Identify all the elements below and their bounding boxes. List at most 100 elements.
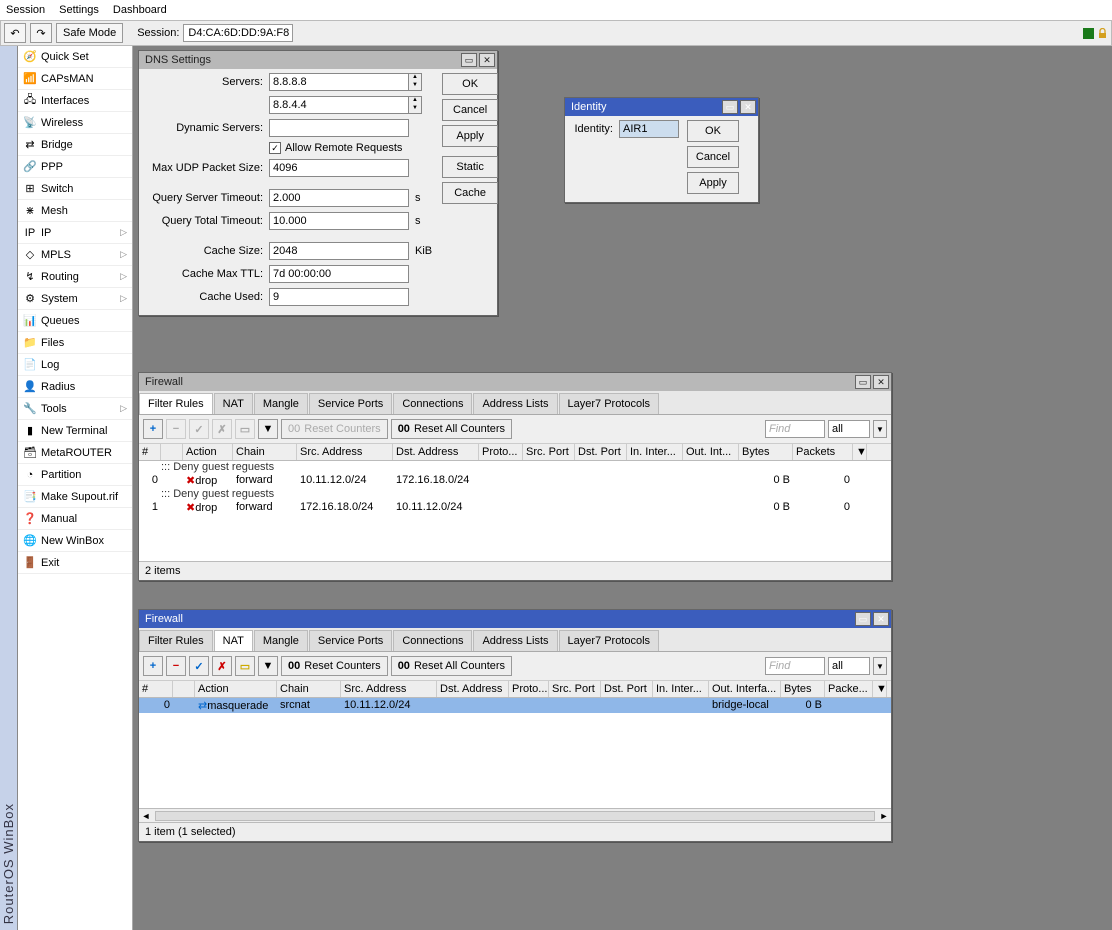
close-icon[interactable]: ✕: [873, 612, 889, 626]
sidebar-item-metarouter[interactable]: 🗃MetaROUTER: [18, 442, 132, 464]
tab-nat[interactable]: NAT: [214, 630, 253, 651]
spinner-button[interactable]: ▲▼: [409, 96, 422, 114]
close-icon[interactable]: ✕: [479, 53, 495, 67]
find-input[interactable]: Find: [765, 420, 825, 438]
column-header[interactable]: [161, 444, 183, 460]
column-header[interactable]: Chain: [277, 681, 341, 697]
column-header[interactable]: Src. Address: [341, 681, 437, 697]
column-header[interactable]: Out. Int...: [683, 444, 739, 460]
reset-counters-button[interactable]: 00Reset Counters: [281, 419, 388, 439]
enable-button[interactable]: ✓: [189, 656, 209, 676]
menu-session[interactable]: Session: [6, 4, 45, 16]
sidebar-item-interfaces[interactable]: 🖧Interfaces: [18, 90, 132, 112]
safemode-button[interactable]: Safe Mode: [56, 23, 123, 43]
tab-filter-rules[interactable]: Filter Rules: [139, 630, 213, 651]
sidebar-item-partition[interactable]: ◔Partition: [18, 464, 132, 486]
redo-button[interactable]: ↷: [30, 23, 52, 43]
sidebar-item-tools[interactable]: 🔧Tools▷: [18, 398, 132, 420]
filter-select[interactable]: all: [828, 420, 870, 438]
minimize-icon[interactable]: ▭: [855, 612, 871, 626]
column-header[interactable]: In. Inter...: [653, 681, 709, 697]
sidebar-item-mesh[interactable]: ⋇Mesh: [18, 200, 132, 222]
filter-button[interactable]: ▼: [258, 419, 278, 439]
identity-input[interactable]: AIR1: [619, 120, 679, 138]
dns-apply-button[interactable]: Apply: [442, 125, 498, 147]
column-header[interactable]: Dst. Port: [575, 444, 627, 460]
minimize-icon[interactable]: ▭: [855, 375, 871, 389]
dns-static-button[interactable]: Static: [442, 156, 498, 178]
filter-button[interactable]: ▼: [258, 656, 278, 676]
firewall1-title[interactable]: Firewall ▭✕: [139, 373, 891, 391]
close-icon[interactable]: ✕: [873, 375, 889, 389]
add-button[interactable]: +: [143, 419, 163, 439]
dns-cache-button[interactable]: Cache: [442, 182, 498, 204]
h-scrollbar[interactable]: ◄►: [139, 808, 891, 822]
dropdown-icon[interactable]: ▼: [873, 657, 887, 675]
tab-address-lists[interactable]: Address Lists: [473, 393, 557, 414]
scroll-right-icon[interactable]: ►: [877, 811, 891, 821]
sidebar-item-new-winbox[interactable]: 🌐New WinBox: [18, 530, 132, 552]
sidebar-item-exit[interactable]: 🚪Exit: [18, 552, 132, 574]
dropdown-icon[interactable]: ▼: [873, 420, 887, 438]
disable-button[interactable]: ✗: [212, 656, 232, 676]
column-header[interactable]: [173, 681, 195, 697]
tab-mangle[interactable]: Mangle: [254, 630, 308, 651]
dns-ok-button[interactable]: OK: [442, 73, 498, 95]
tab-nat[interactable]: NAT: [214, 393, 253, 414]
table-row[interactable]: 0⇄masqueradesrcnat10.11.12.0/24bridge-lo…: [139, 698, 891, 713]
cache-ttl-input[interactable]: 7d 00:00:00: [269, 265, 409, 283]
sidebar-item-system[interactable]: ⚙System▷: [18, 288, 132, 310]
remove-button[interactable]: −: [166, 419, 186, 439]
column-header[interactable]: Action: [195, 681, 277, 697]
cache-size-input[interactable]: 2048: [269, 242, 409, 260]
enable-button[interactable]: ✓: [189, 419, 209, 439]
sidebar-item-files[interactable]: 📁Files: [18, 332, 132, 354]
column-menu-icon[interactable]: ▼: [873, 681, 887, 697]
column-header[interactable]: Bytes: [781, 681, 825, 697]
minimize-icon[interactable]: ▭: [461, 53, 477, 67]
table-row[interactable]: 0✖dropforward10.11.12.0/24172.16.18.0/24…: [139, 473, 891, 488]
sidebar-item-ip[interactable]: IPIP▷: [18, 222, 132, 244]
disable-button[interactable]: ✗: [212, 419, 232, 439]
comment-button[interactable]: ▭: [235, 419, 255, 439]
sidebar-item-bridge[interactable]: ⇄Bridge: [18, 134, 132, 156]
tab-connections[interactable]: Connections: [393, 393, 472, 414]
add-button[interactable]: +: [143, 656, 163, 676]
identity-cancel-button[interactable]: Cancel: [687, 146, 739, 168]
column-header[interactable]: Bytes: [739, 444, 793, 460]
column-menu-icon[interactable]: ▼: [853, 444, 867, 460]
column-header[interactable]: In. Inter...: [627, 444, 683, 460]
sidebar-item-new-terminal[interactable]: ▮New Terminal: [18, 420, 132, 442]
column-header[interactable]: Src. Port: [549, 681, 601, 697]
tab-layer7-protocols[interactable]: Layer7 Protocols: [559, 630, 660, 651]
sidebar-item-mpls[interactable]: ◇MPLS▷: [18, 244, 132, 266]
session-field[interactable]: D4:CA:6D:DD:9A:F8: [183, 24, 293, 42]
column-header[interactable]: Dst. Address: [437, 681, 509, 697]
column-header[interactable]: Dst. Port: [601, 681, 653, 697]
sidebar-item-quick-set[interactable]: 🧭Quick Set: [18, 46, 132, 68]
reset-all-counters-button[interactable]: 00Reset All Counters: [391, 656, 512, 676]
reset-counters-button[interactable]: 00Reset Counters: [281, 656, 388, 676]
column-header[interactable]: Proto...: [479, 444, 523, 460]
sidebar-item-make-supout-rif[interactable]: 📑Make Supout.rif: [18, 486, 132, 508]
sidebar-item-capsman[interactable]: 📶CAPsMAN: [18, 68, 132, 90]
column-header[interactable]: Src. Address: [297, 444, 393, 460]
scroll-left-icon[interactable]: ◄: [139, 811, 153, 821]
sidebar-item-ppp[interactable]: 🔗PPP: [18, 156, 132, 178]
close-icon[interactable]: ✕: [740, 100, 756, 114]
find-input[interactable]: Find: [765, 657, 825, 675]
reset-all-counters-button[interactable]: 00Reset All Counters: [391, 419, 512, 439]
column-header[interactable]: Proto...: [509, 681, 549, 697]
comment-button[interactable]: ▭: [235, 656, 255, 676]
sidebar-item-switch[interactable]: ⊞Switch: [18, 178, 132, 200]
column-header[interactable]: Action: [183, 444, 233, 460]
spinner-button[interactable]: ▲▼: [409, 73, 422, 91]
dns-server1-input[interactable]: 8.8.8.8: [269, 73, 409, 91]
qst-input[interactable]: 2.000: [269, 189, 409, 207]
identity-apply-button[interactable]: Apply: [687, 172, 739, 194]
firewall2-title[interactable]: Firewall ▭✕: [139, 610, 891, 628]
column-header[interactable]: Out. Interfa...: [709, 681, 781, 697]
sidebar-item-log[interactable]: 📄Log: [18, 354, 132, 376]
column-header[interactable]: #: [139, 444, 161, 460]
column-header[interactable]: #: [139, 681, 173, 697]
